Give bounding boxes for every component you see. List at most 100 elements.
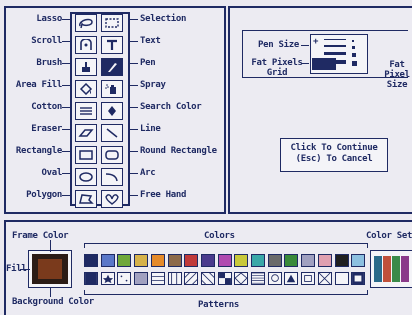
pattern-swatch[interactable]	[217, 272, 232, 285]
rectangle-tool[interactable]	[75, 146, 97, 164]
round-rectangle-tool[interactable]	[101, 146, 123, 164]
arrow-left	[128, 19, 138, 20]
line-tool[interactable]	[101, 124, 123, 142]
paint-bucket-icon	[79, 83, 93, 95]
color-set-swatch	[383, 256, 391, 282]
polygon-tool[interactable]	[75, 190, 97, 208]
colors-label: Colors	[204, 231, 235, 241]
pattern-swatch[interactable]	[200, 272, 215, 285]
pen-tool[interactable]	[101, 58, 123, 76]
fill-arrow	[20, 269, 30, 270]
color-swatch[interactable]	[284, 254, 299, 267]
spray-can-icon	[105, 84, 116, 94]
tool-label-rectangle: Rectangle	[15, 146, 62, 156]
pattern-swatch[interactable]	[284, 272, 299, 285]
free-hand-icon	[105, 194, 119, 205]
arc-tool[interactable]	[101, 168, 123, 186]
arrow-left	[128, 85, 138, 86]
text-icon	[107, 39, 117, 50]
spray-tool[interactable]	[101, 80, 123, 98]
selection-tool[interactable]	[101, 14, 123, 32]
cotton-tool[interactable]	[75, 102, 97, 120]
tool-label-line: Line	[140, 124, 161, 134]
patterns-bracket	[84, 290, 368, 295]
color-set-swatch	[392, 256, 400, 282]
text-tool[interactable]	[101, 36, 123, 54]
color-swatch[interactable]	[217, 254, 232, 267]
area-fill-tool[interactable]	[75, 80, 97, 98]
color-swatch[interactable]	[117, 254, 132, 267]
pattern-swatch[interactable]	[150, 272, 165, 285]
color-swatch[interactable]	[84, 254, 98, 267]
fat-pixels-grid-selector[interactable]	[312, 58, 336, 70]
pattern-swatch[interactable]	[117, 272, 132, 285]
pattern-swatch[interactable]	[84, 272, 98, 285]
tool-label-oval: Oval	[41, 168, 63, 178]
arrow-left	[128, 151, 138, 152]
free-hand-tool[interactable]	[101, 190, 123, 208]
frame-color-pointer	[50, 240, 51, 252]
color-swatch[interactable]	[200, 254, 215, 267]
eraser-tool[interactable]	[75, 124, 97, 142]
arrow-left	[128, 107, 138, 108]
fill-color-swatch[interactable]	[38, 259, 62, 279]
fat-pixels-grid-label: Fat Pixels Grid	[251, 58, 303, 78]
arrow-right	[62, 107, 71, 108]
color-swatch[interactable]	[150, 254, 165, 267]
color-swatch[interactable]	[251, 254, 265, 267]
color-swatch[interactable]	[234, 254, 249, 267]
arrow-right	[62, 173, 71, 174]
background-color-pointer	[50, 287, 51, 297]
color-swatch[interactable]	[134, 254, 149, 267]
color-set-label: Color Set	[366, 231, 412, 241]
screen: Lasso Scroll Brush Area Fill Cotton Eras…	[0, 0, 412, 315]
color-swatch[interactable]	[351, 254, 366, 267]
lasso-icon	[79, 18, 93, 29]
color-swatch[interactable]	[317, 254, 332, 267]
selection-icon	[105, 18, 119, 28]
eraser-icon	[78, 129, 94, 137]
lasso-tool[interactable]	[75, 14, 97, 32]
oval-tool[interactable]	[75, 168, 97, 186]
arrow-right	[62, 85, 71, 86]
pattern-swatch[interactable]	[234, 272, 249, 285]
pattern-swatch[interactable]	[184, 272, 199, 285]
scroll-tool[interactable]	[75, 36, 97, 54]
pattern-swatch[interactable]	[301, 272, 316, 285]
color-swatch[interactable]	[301, 254, 316, 267]
tool-label-area-fill: Area Fill	[15, 80, 62, 90]
pen-size-label: Pen Size	[258, 40, 299, 50]
pattern-swatch[interactable]	[100, 272, 115, 285]
background-color-label: Background Color	[12, 297, 94, 307]
brush-tool[interactable]	[75, 58, 97, 76]
arrow-right	[62, 19, 71, 20]
color-swatch[interactable]	[167, 254, 182, 267]
arrow-left	[128, 41, 138, 42]
arrow-left	[128, 173, 138, 174]
tool-label-arc: Arc	[140, 168, 156, 178]
continue-dialog[interactable]: Click To Continue (Esc) To Cancel	[280, 138, 388, 172]
color-swatch[interactable]	[334, 254, 349, 267]
rectangle-icon	[79, 150, 93, 160]
round-rectangle-icon	[105, 150, 119, 160]
color-swatch[interactable]	[267, 254, 282, 267]
tool-label-text: Text	[140, 36, 161, 46]
tool-label-polygon: Polygon	[26, 190, 62, 200]
pattern-swatch[interactable]	[351, 272, 366, 285]
arrow-right	[62, 195, 71, 196]
line-icon	[106, 128, 118, 138]
color-swatch[interactable]	[100, 254, 115, 267]
pattern-swatch[interactable]	[251, 272, 265, 285]
arrow-right	[62, 63, 71, 64]
pattern-swatch[interactable]	[134, 272, 149, 285]
arc-icon	[105, 173, 118, 182]
tool-label-lasso: Lasso	[36, 14, 62, 24]
pattern-swatch[interactable]	[317, 272, 332, 285]
pattern-swatch[interactable]	[334, 272, 349, 285]
oval-icon	[79, 172, 93, 182]
tool-label-round-rectangle: Round Rectangle	[140, 146, 217, 156]
pattern-swatch[interactable]	[267, 272, 282, 285]
search-color-tool[interactable]	[101, 102, 123, 120]
pattern-swatch[interactable]	[167, 272, 182, 285]
color-swatch[interactable]	[184, 254, 199, 267]
